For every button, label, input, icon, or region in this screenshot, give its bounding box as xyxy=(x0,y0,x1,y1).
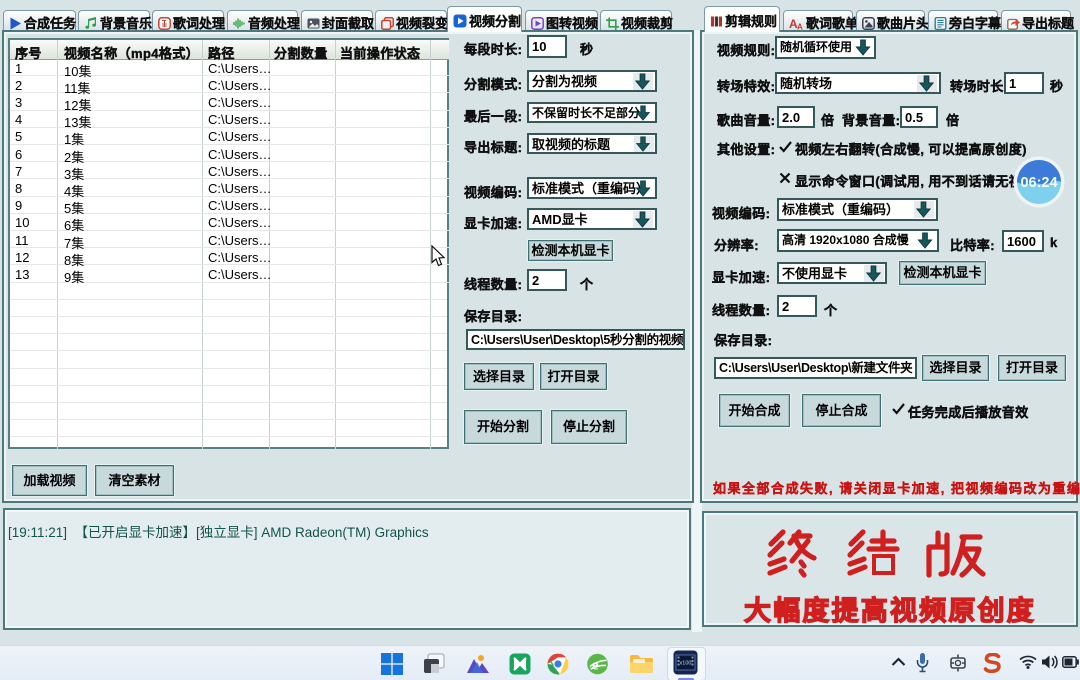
svg-text:x100: x100 xyxy=(680,661,692,667)
svg-text:e: e xyxy=(592,658,599,674)
svg-text:06:24: 06:24 xyxy=(1020,175,1057,191)
svg-text:A: A xyxy=(797,23,803,31)
